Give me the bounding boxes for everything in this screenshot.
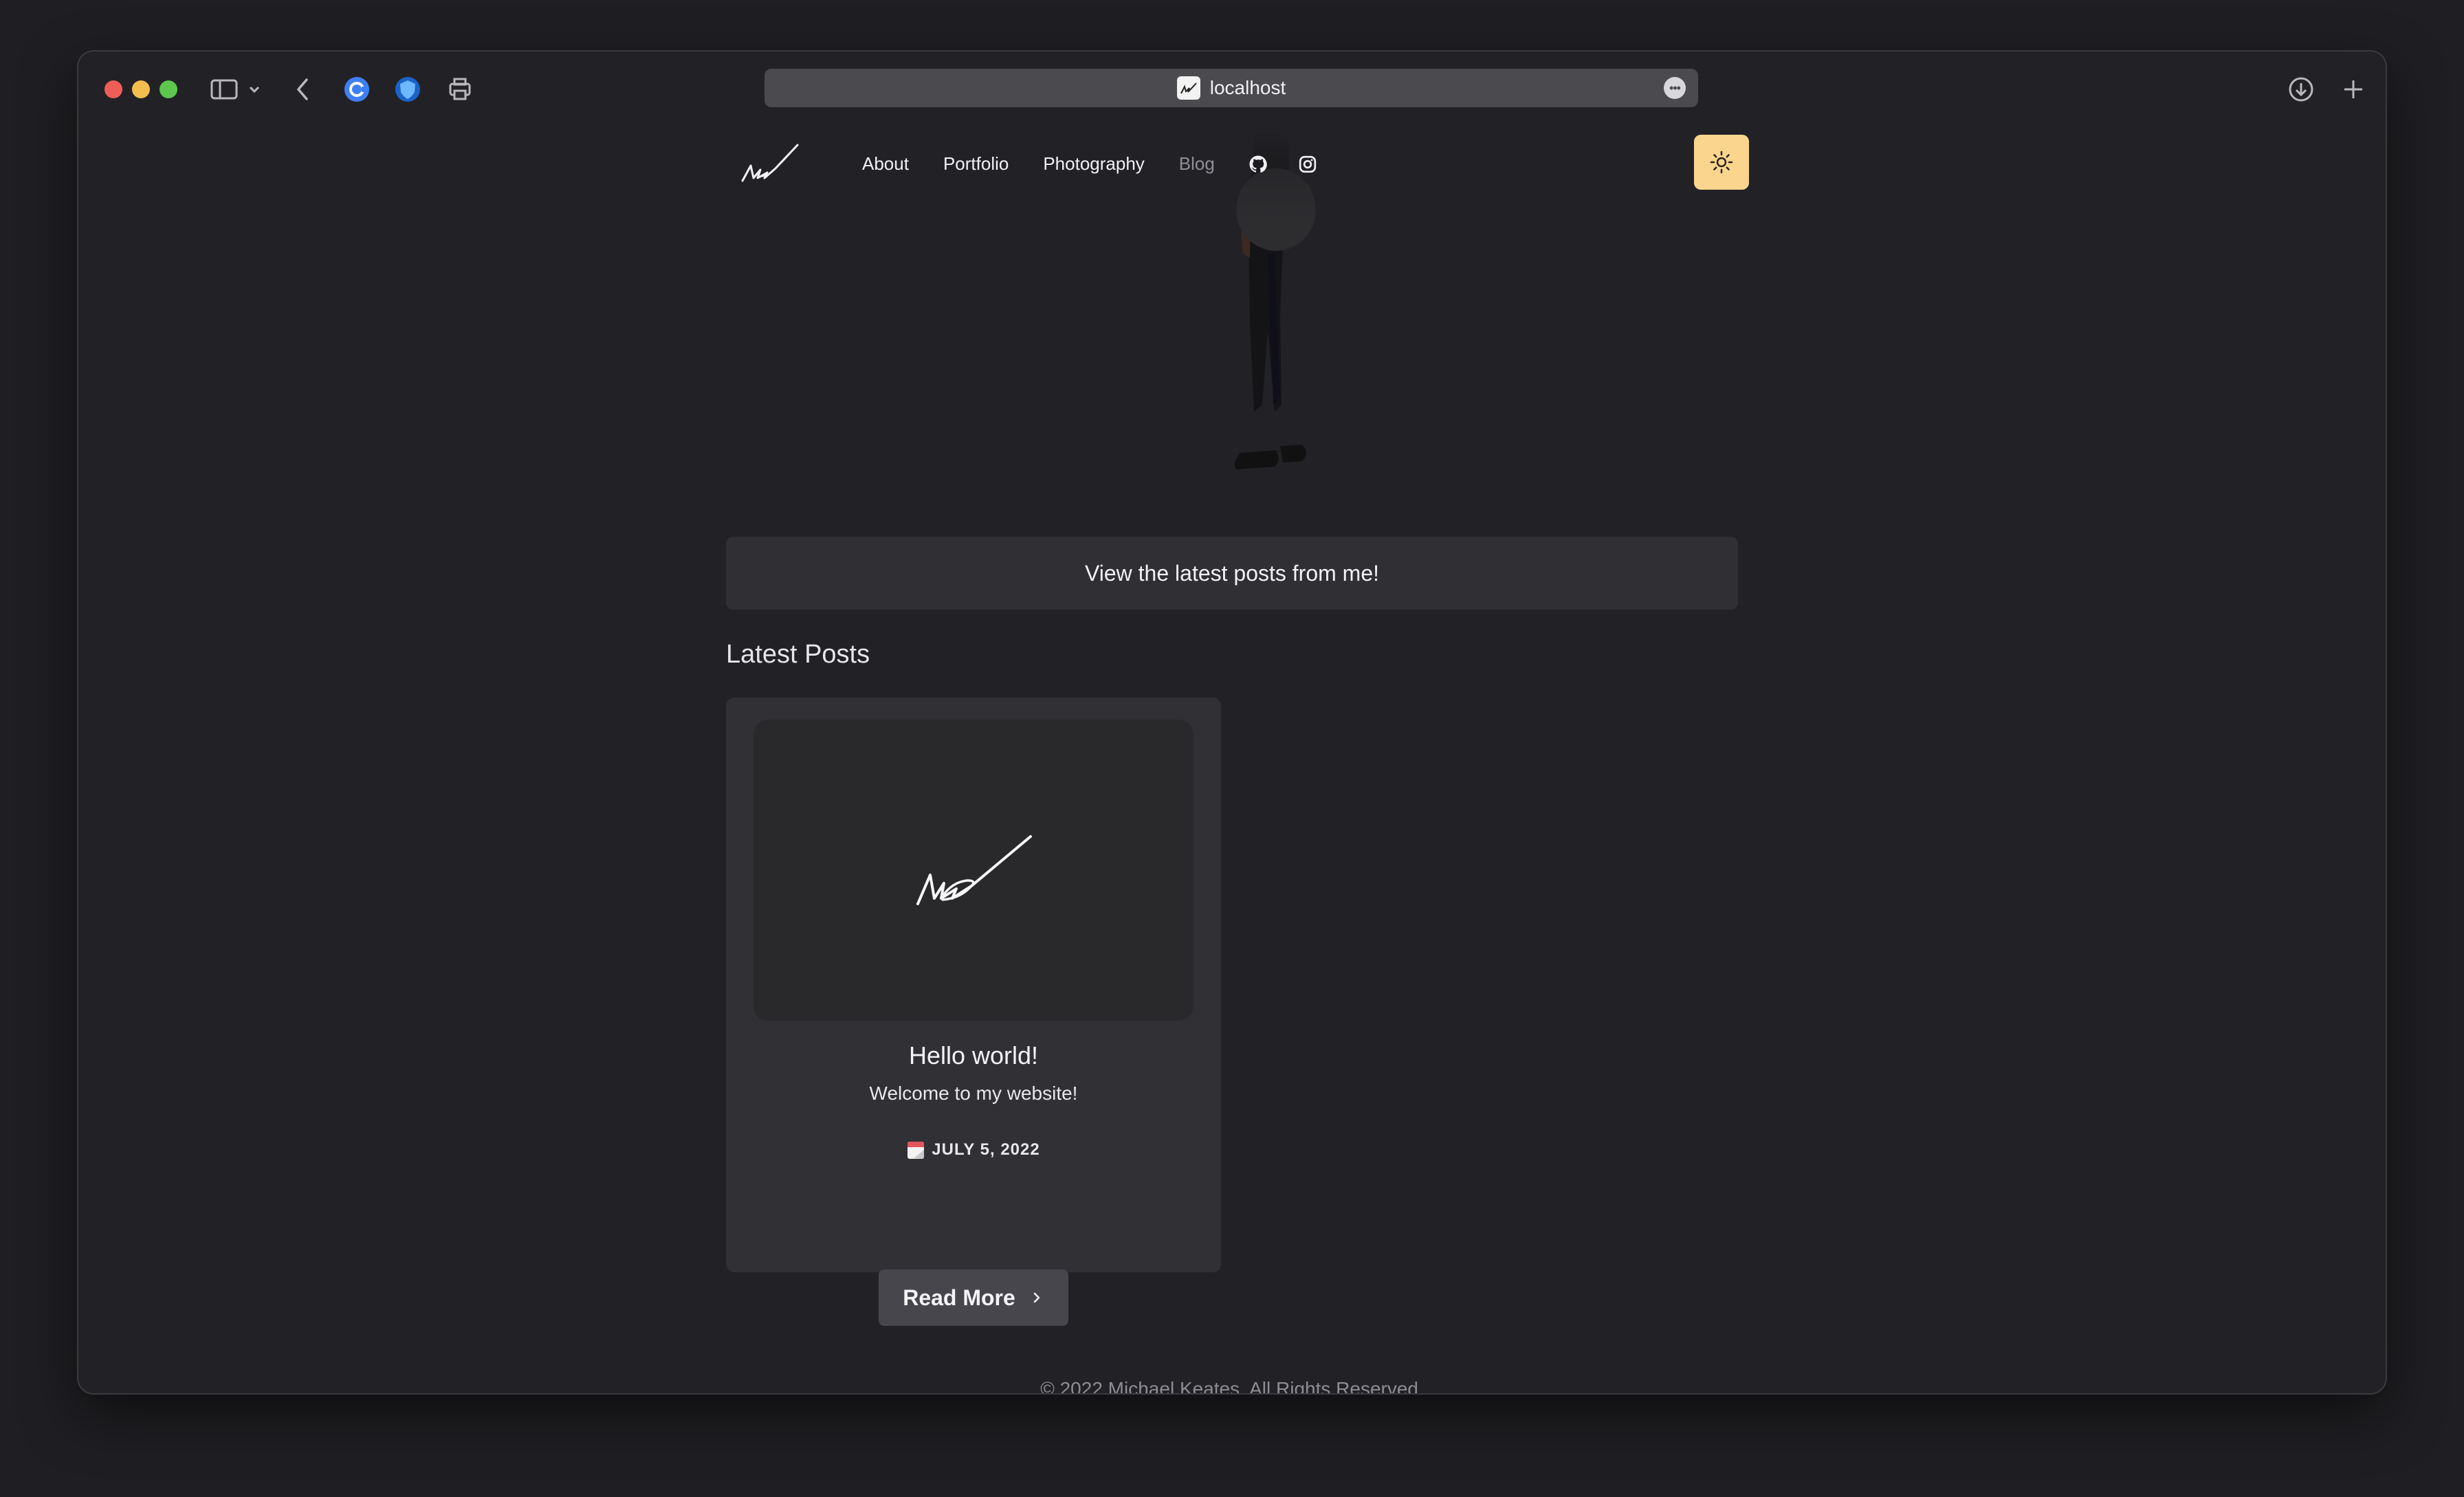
vpn-extension-icon[interactable] (390, 72, 425, 107)
latest-posts-banner: View the latest posts from me! (726, 537, 1738, 610)
back-icon[interactable] (289, 72, 316, 107)
footer-copyright: © 2022 Michael Keates. All Rights Reserv… (1040, 1378, 1424, 1393)
hero-person-image (1165, 123, 1371, 508)
address-bar[interactable]: localhost ••• (764, 69, 1698, 107)
signature-logo-icon (916, 835, 1032, 905)
sun-icon (1710, 151, 1733, 174)
nav-item-portfolio[interactable]: Portfolio (943, 153, 1009, 175)
url-text: localhost (1209, 77, 1286, 98)
post-thumbnail[interactable] (754, 720, 1194, 1021)
browser-titlebar: localhost ••• (78, 52, 2386, 123)
latest-posts-heading: Latest Posts (726, 640, 870, 669)
main-nav: About Portfolio Photography Blog (862, 153, 1348, 175)
nav-item-about[interactable]: About (862, 153, 909, 175)
new-tab-icon[interactable] (2336, 72, 2370, 107)
github-icon[interactable] (1249, 155, 1267, 173)
read-more-button[interactable]: Read More (879, 1269, 1068, 1326)
calendar-icon (908, 1142, 925, 1159)
sidebar-toggle-icon[interactable] (209, 72, 239, 107)
chevron-right-icon (1033, 1292, 1040, 1303)
post-card: Hello world! Welcome to my website! JULY… (726, 698, 1221, 1326)
instagram-icon[interactable] (1299, 155, 1317, 173)
site-favicon (1176, 76, 1200, 100)
more-options-icon[interactable]: ••• (1664, 77, 1686, 99)
extension-icon[interactable] (340, 72, 374, 107)
banner-text: View the latest posts from me! (1084, 560, 1380, 586)
post-date: JULY 5, 2022 (726, 1140, 1221, 1160)
maximize-window-button[interactable] (160, 80, 177, 98)
nav-item-blog[interactable]: Blog (1179, 153, 1215, 175)
chevron-down-icon[interactable] (246, 72, 263, 107)
post-title[interactable]: Hello world! (726, 1041, 1221, 1070)
download-icon[interactable] (2284, 72, 2318, 107)
print-icon[interactable] (443, 72, 477, 107)
post-date-text: JULY 5, 2022 (932, 1140, 1040, 1159)
page-content: About Portfolio Photography Blog View th… (78, 123, 2386, 1393)
minimize-window-button[interactable] (132, 80, 150, 98)
site-logo-icon[interactable] (740, 138, 799, 186)
post-description: Welcome to my website! (869, 1083, 1078, 1104)
browser-window: localhost ••• About Portfolio Photograph… (78, 52, 2386, 1393)
close-window-button[interactable] (104, 80, 122, 98)
nav-item-photography[interactable]: Photography (1043, 153, 1144, 175)
read-more-label: Read More (903, 1285, 1015, 1310)
theme-toggle-button[interactable] (1694, 135, 1749, 190)
